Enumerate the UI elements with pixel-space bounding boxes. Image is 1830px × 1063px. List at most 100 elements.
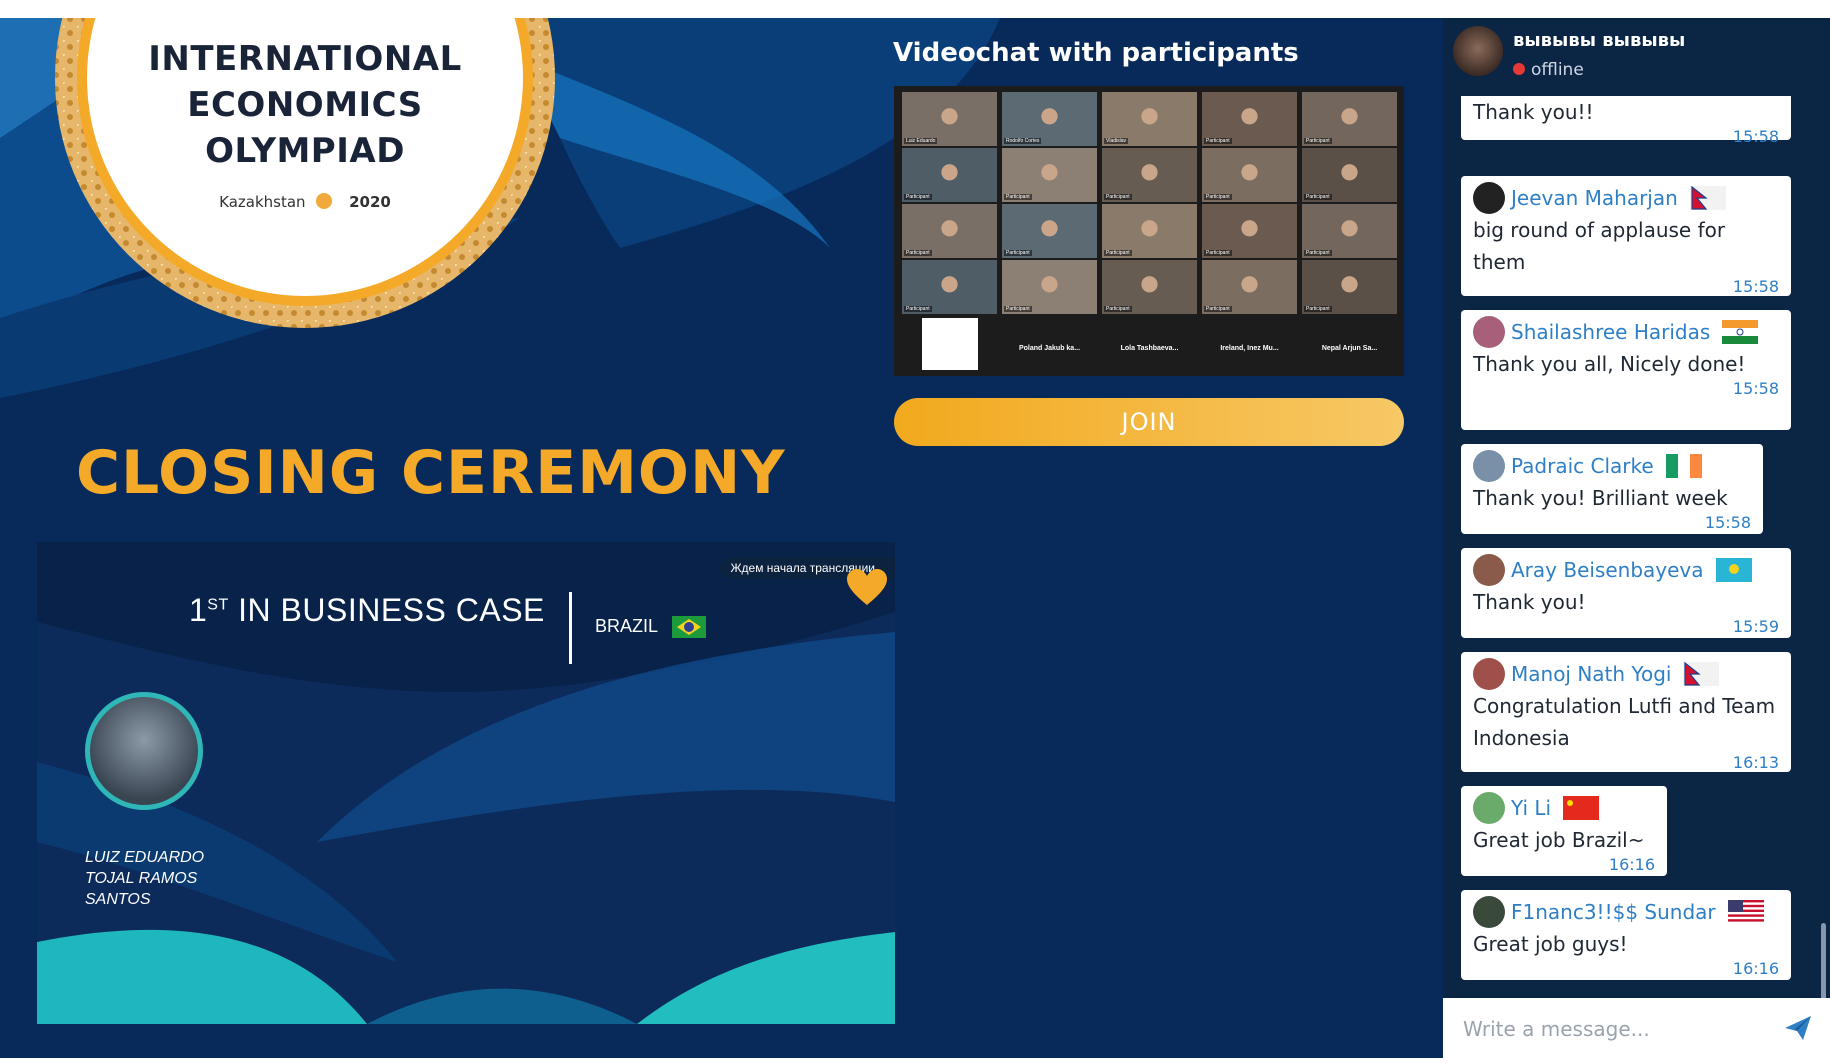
participant-video-tile[interactable]: Rodolfo Cortes <box>1002 92 1097 146</box>
stream-player[interactable]: 1ST IN BUSINESS CASE BRAZIL Ждем начала … <box>37 542 895 1024</box>
participant-name: Participant <box>1004 306 1032 312</box>
chat-message: Aray Beisenbayeva Thank you! 15:59 <box>1461 548 1791 638</box>
participant-video-tile[interactable]: Participant <box>1302 260 1397 314</box>
message-text: Thank you!! <box>1473 100 1594 124</box>
participant-name: Nepal Arjun Sa... <box>1321 345 1378 352</box>
participant-video-tile[interactable]: Participant <box>1002 260 1097 314</box>
participant-video-tile[interactable]: Participant <box>902 204 997 258</box>
message-time: 15:58 <box>1732 379 1779 398</box>
chat-header: вывывы вывывы offline <box>1443 18 1830 96</box>
message-author: Aray Beisenbayeva <box>1473 554 1779 586</box>
author-name[interactable]: Padraic Clarke <box>1511 451 1654 481</box>
chat-message: Jeevan Maharjan big round of applause for… <box>1461 176 1791 296</box>
chat-messages[interactable]: Thank you!! 15:58 Jeevan Maharjan big round… <box>1443 96 1830 996</box>
participant-name: Ireland, Inez Mu... <box>1220 345 1279 352</box>
participant-name: Rodolfo Cortes <box>1004 138 1042 144</box>
participant-video-tile[interactable]: Participant <box>1102 260 1197 314</box>
globe-icon <box>316 193 333 209</box>
author-name[interactable]: F1nanc3!!$$ Sundar <box>1511 897 1716 927</box>
participant-name: Luiz Eduardo <box>904 138 938 144</box>
logo-title-line: OLYMPIAD <box>205 131 405 171</box>
participant-video-tile[interactable]: Participant <box>1202 260 1297 314</box>
winner-name: LUIZ EDUARDO TOJAL RAMOS SANTOS <box>85 849 205 908</box>
author-name[interactable]: Shailashree Haridas <box>1511 317 1710 347</box>
chat-user-status: offline <box>1513 60 1584 80</box>
message-text: Great job guys! <box>1473 932 1628 956</box>
message-time: 15:58 <box>1704 513 1751 532</box>
ireland-flag-icon <box>1665 454 1702 478</box>
participant-name: Participant <box>1304 250 1332 256</box>
message-time: 16:16 <box>1608 855 1655 874</box>
participant-name: Poland Jakub ka... <box>1018 345 1081 352</box>
participant-video-tile[interactable]: Participant <box>1002 148 1097 202</box>
offline-status-icon <box>1513 63 1525 75</box>
participant-video-tile[interactable]: Nepal Arjun Sa... <box>1302 316 1397 370</box>
chat-message: Yi Li Great job Brazil~ 16:16 <box>1461 786 1667 876</box>
message-input[interactable] <box>1461 1010 1765 1048</box>
message-author: Yi Li <box>1473 792 1655 824</box>
chat-message: Manoj Nath Yogi Congratulation Lutfi and … <box>1461 652 1791 772</box>
chat-panel: вывывы вывывы offline Thank you!! 15:58 Je… <box>1443 18 1830 1058</box>
nepal-flag-icon <box>1689 185 1726 210</box>
chat-status-text: offline <box>1531 60 1584 80</box>
avatar <box>1473 450 1505 482</box>
author-name[interactable]: Yi Li <box>1511 793 1551 823</box>
participant-video-tile[interactable]: Ireland, Inez Mu... <box>1202 316 1297 370</box>
videochat-title: Videochat with participants <box>893 38 1299 68</box>
author-name[interactable]: Aray Beisenbayeva <box>1511 555 1704 585</box>
logo-year: 2020 <box>349 193 391 211</box>
participant-video-tile[interactable]: Participant <box>902 148 997 202</box>
india-flag-icon <box>1722 320 1759 344</box>
participant-name: Participant <box>1304 306 1332 312</box>
award-rank: 1 <box>189 592 208 628</box>
participant-video-tile[interactable]: Participant <box>1202 148 1297 202</box>
message-time: 15:58 <box>1732 277 1779 296</box>
participant-video-tile[interactable]: Participant <box>1302 92 1397 146</box>
closing-ceremony-headline: CLOSING CEREMONY <box>76 438 786 508</box>
video-placeholder <box>922 318 978 370</box>
participant-name: Participant <box>1104 250 1132 256</box>
logo-subtitle: Kazakhstan 2020 <box>160 193 450 211</box>
join-button[interactable]: JOIN <box>894 398 1404 446</box>
participant-name: Vladislav <box>1104 138 1129 144</box>
participant-name: Participant <box>1304 194 1332 200</box>
award-text: IN BUSINESS CASE <box>238 592 545 628</box>
brazil-flag-icon <box>672 616 706 638</box>
message-text: Great job Brazil~ <box>1473 828 1645 852</box>
winner-photo <box>85 692 203 810</box>
participant-video-tile[interactable]: Participant <box>1102 204 1197 258</box>
participant-video-tile[interactable]: Participant <box>1202 204 1297 258</box>
participant-name: Participant <box>1104 194 1132 200</box>
message-time: 16:13 <box>1732 753 1779 772</box>
participant-name: Participant <box>904 306 932 312</box>
logo-title-line: INTERNATIONAL <box>148 39 462 79</box>
participant-video-tile[interactable] <box>902 316 997 370</box>
avatar <box>1453 26 1503 76</box>
participant-video-tile[interactable]: Participant <box>1302 204 1397 258</box>
award-rank-suffix: ST <box>207 596 229 614</box>
send-icon[interactable] <box>1783 1014 1813 1042</box>
message-author: Jeevan Maharjan <box>1473 182 1779 214</box>
nepal-flag-icon <box>1683 661 1720 686</box>
participant-name: Participant <box>1104 306 1132 312</box>
participant-video-tile[interactable]: Poland Jakub ka... <box>1002 316 1097 370</box>
participant-video-tile[interactable]: Participant <box>1002 204 1097 258</box>
participant-video-tile[interactable]: Participant <box>1102 148 1197 202</box>
participant-video-tile[interactable]: Participant <box>1202 92 1297 146</box>
participant-video-tile[interactable]: Luiz Eduardo <box>902 92 997 146</box>
participant-video-tile[interactable]: Participant <box>902 260 997 314</box>
participant-video-tile[interactable]: Vladislav <box>1102 92 1197 146</box>
videochat-grid[interactable]: Luiz Eduardo Rodolfo Cortes Vladislav Parti… <box>894 86 1404 376</box>
participant-video-tile[interactable]: Participant <box>1302 148 1397 202</box>
message-author: Padraic Clarke <box>1473 450 1751 482</box>
message-author: Manoj Nath Yogi <box>1473 658 1779 690</box>
participant-name: Participant <box>904 194 932 200</box>
heart-icon[interactable] <box>845 567 889 607</box>
message-time: 15:58 <box>1732 127 1779 146</box>
author-name[interactable]: Jeevan Maharjan <box>1511 183 1678 213</box>
author-name[interactable]: Manoj Nath Yogi <box>1511 659 1671 689</box>
participant-name: Participant <box>1304 138 1332 144</box>
chat-scrollbar[interactable] <box>1821 923 1826 1008</box>
participant-video-tile[interactable]: Lola Tashbaeva... <box>1102 316 1197 370</box>
stage: INTERNATIONAL ECONOMICS OLYMPIAD Kazakhs… <box>0 18 1830 1058</box>
